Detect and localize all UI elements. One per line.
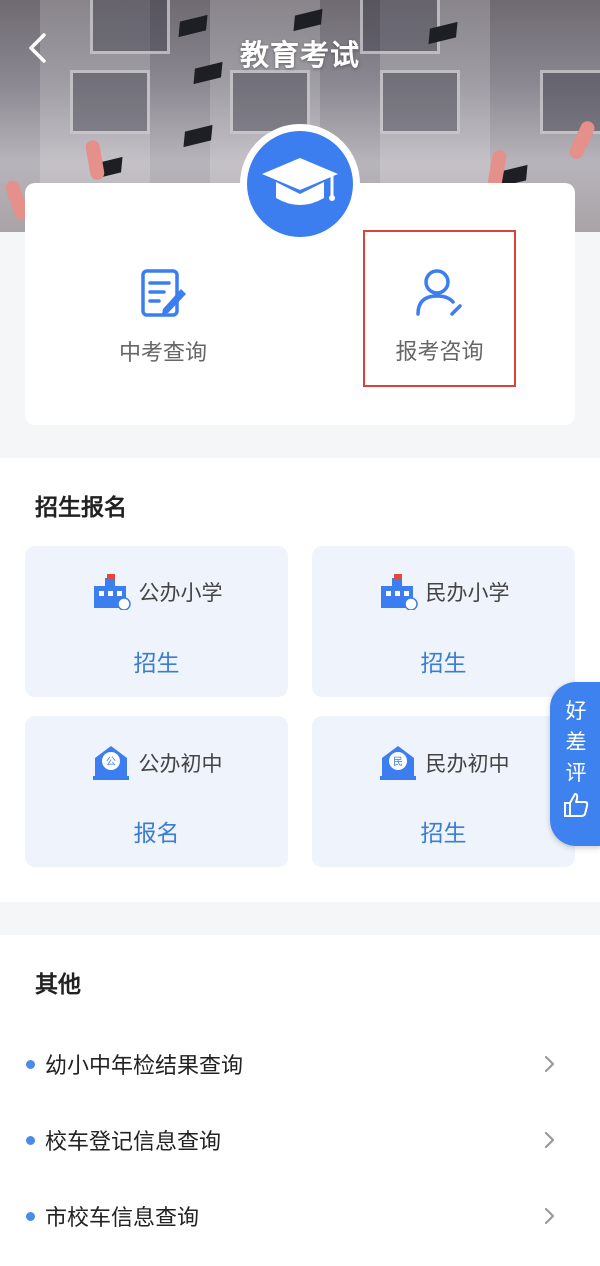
section-title: 其他	[35, 972, 81, 998]
school-public-icon	[93, 574, 131, 610]
tile-action: 招生	[420, 651, 467, 677]
list-item[interactable]: 校车登记信息查询	[0, 1102, 600, 1178]
cap-icon	[183, 124, 213, 148]
section-title: 招生报名	[35, 495, 127, 521]
list-item-label: 幼小中年检结果查询	[45, 1054, 244, 1079]
tile-public-middle[interactable]: 公 公办初中 报名	[25, 716, 288, 867]
exam-consult-button[interactable]: 报考咨询	[363, 230, 516, 387]
quick-label: 报考咨询	[395, 340, 484, 365]
chevron-right-icon	[544, 1207, 555, 1225]
tile-name: 公办初中	[138, 752, 223, 776]
bullet-dot	[26, 1211, 35, 1221]
zhongkao-query-button[interactable]: 中考查询	[88, 233, 238, 388]
tile-name: 民办初中	[425, 752, 510, 776]
bullet-dot	[26, 1135, 35, 1145]
tile-action: 招生	[133, 651, 180, 677]
chevron-right-icon	[544, 1131, 555, 1149]
list-item-label: 校车登记信息查询	[45, 1130, 222, 1155]
svg-text:公: 公	[106, 757, 116, 768]
school-private-icon	[380, 574, 418, 610]
tile-private-middle[interactable]: 民 民办初中 招生	[312, 716, 575, 867]
chevron-right-icon	[544, 1055, 555, 1073]
review-char: 好	[565, 699, 587, 723]
user-edit-icon	[414, 266, 466, 318]
graduation-cap-icon	[262, 158, 338, 205]
list-item[interactable]: 幼小中年检结果查询	[0, 1026, 600, 1102]
bullet-dot	[26, 1059, 35, 1069]
tile-action: 招生	[420, 821, 467, 847]
page-title: 教育考试	[239, 38, 360, 72]
quick-label: 中考查询	[118, 341, 207, 366]
tile-action: 报名	[133, 821, 180, 847]
tile-name: 民办小学	[425, 581, 510, 605]
review-float-button[interactable]: 好 差 评	[550, 682, 600, 846]
tile-public-primary[interactable]: 公办小学 招生	[25, 546, 288, 697]
education-badge	[240, 124, 360, 244]
tile-name: 公办小学	[138, 581, 223, 605]
building-window	[380, 70, 460, 134]
middle-school-private-icon: 民	[379, 746, 416, 780]
svg-text:民: 民	[393, 756, 403, 768]
thumbs-up-icon	[564, 793, 589, 817]
middle-school-public-icon: 公	[92, 746, 129, 780]
list-item[interactable]: 市校车信息查询	[0, 1178, 600, 1254]
other-section: 其他 幼小中年检结果查询 校车登记信息查询 市校车信息查询	[0, 935, 600, 1266]
list-item-label: 市校车信息查询	[45, 1206, 200, 1231]
review-char: 差	[565, 730, 587, 754]
tile-private-primary[interactable]: 民办小学 招生	[312, 546, 575, 697]
building-window	[70, 70, 150, 134]
edit-document-icon	[137, 267, 189, 319]
enrollment-section: 招生报名 公办小学 招生 民办小学 招生 公 公办初中 报名 民 民办初中 招生	[0, 458, 600, 902]
review-char: 评	[565, 761, 587, 785]
